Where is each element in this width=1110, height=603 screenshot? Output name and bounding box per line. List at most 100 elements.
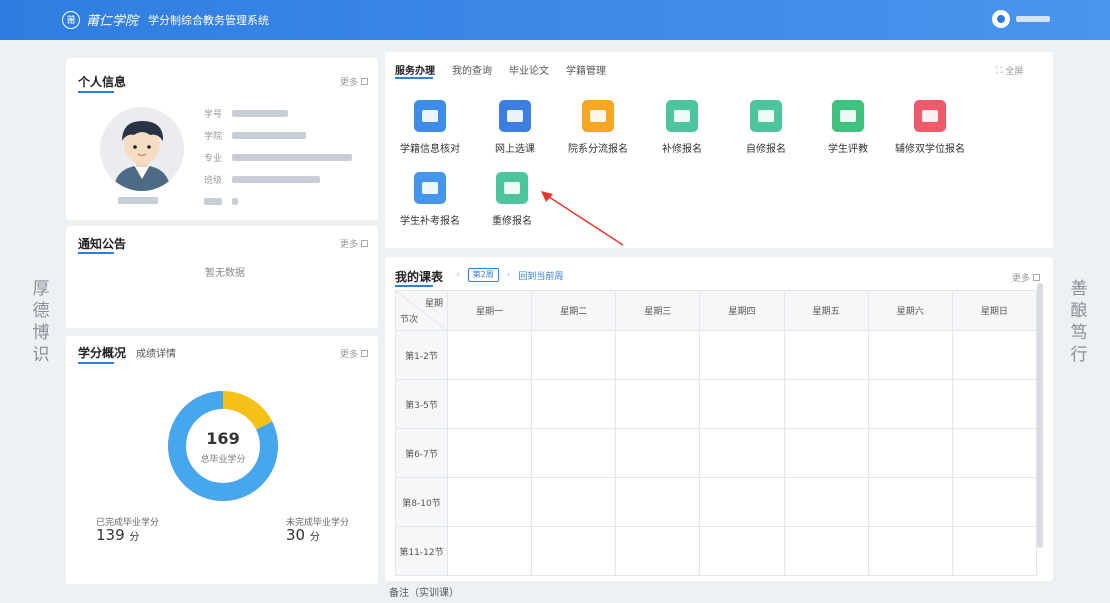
timetable-cell[interactable] [783,428,869,478]
tab-service-handling[interactable]: 服务办理 [395,62,435,77]
more-icon [361,350,369,357]
timetable-cell[interactable] [446,477,533,527]
corner-period-label: 节次 [400,315,419,325]
service-5[interactable]: 自修报名 [726,100,806,155]
weekday-header: 星期四 [699,290,785,331]
timetable-cell[interactable] [446,428,533,478]
table-row: 第11-12节 [395,526,1038,576]
tab-my-queries[interactable]: 我的查询 [452,62,492,77]
timetable-cell[interactable] [531,428,617,478]
service-7[interactable]: 辅修双学位报名 [890,100,970,155]
tab-student-records[interactable]: 学籍管理 [566,62,606,77]
timetable-scrollbar[interactable] [1037,283,1043,548]
timetable-cell[interactable] [531,330,617,380]
timetable-cell[interactable] [783,330,869,380]
timetable-cell[interactable] [446,330,533,380]
timetable-cell[interactable] [699,526,785,576]
period-label: 第6-7节 [395,428,448,478]
timetable-cell[interactable] [951,428,1038,478]
credits-more-link[interactable]: 更多 [340,347,369,360]
timetable-cell[interactable] [699,428,785,478]
user-menu[interactable] [992,10,1050,28]
notice-more-link[interactable]: 更多 [340,237,369,250]
title-underline [78,362,114,364]
timetable-cell[interactable] [867,428,953,478]
field-label-blurred [204,198,222,205]
timetable-cell[interactable] [699,477,785,527]
timetable-more-link[interactable]: 更多 [1012,271,1041,284]
service-1[interactable]: 学籍信息核对 [390,100,470,155]
next-week-icon[interactable]: › [507,270,511,280]
prev-week-icon[interactable]: ‹ [456,270,460,280]
notice-title: 通知公告 [78,237,127,251]
field-label-class: 班级 [204,176,223,186]
motto-right: 善 酿 笃 行 [1070,279,1088,365]
tab-credit-overview[interactable]: 学分概况 [78,344,126,361]
personal-more-link[interactable]: 更多 [340,75,369,88]
service-label: 网上选课 [495,144,535,155]
timetable-cell[interactable] [615,379,701,429]
fullscreen-button[interactable]: ⛶ 全屏 [996,64,1023,78]
book-icon [666,100,698,132]
timetable-cell[interactable] [951,379,1038,429]
timetable-cell[interactable] [867,330,953,380]
timetable-cell[interactable] [615,526,701,576]
field-value-blurred [232,154,352,161]
weekday-header: 星期三 [615,290,701,331]
service-6[interactable]: 学生评教 [808,100,888,155]
timetable-cell[interactable] [783,477,869,527]
monitor-icon [499,100,531,132]
service-3[interactable]: 院系分流报名 [558,100,638,155]
title-underline [395,77,433,79]
total-credits-label: 总毕业学分 [200,455,246,465]
timetable-cell[interactable] [446,526,533,576]
timetable-cell[interactable] [699,330,785,380]
timetable-cell[interactable] [783,526,869,576]
weekday-header: 星期二 [531,290,617,331]
school-logo[interactable]: 莆 莆仁学院 学分制综合教务管理系统 [62,10,269,29]
timetable-cell[interactable] [951,477,1038,527]
user-avatar-icon[interactable] [992,10,1010,28]
student-name-blurred [118,197,158,204]
timetable-cell[interactable] [951,526,1038,576]
service-label: 院系分流报名 [568,144,628,155]
timetable-cell[interactable] [783,379,869,429]
timetable-cell[interactable] [531,477,617,527]
timetable-cell[interactable] [615,428,701,478]
system-title: 学分制综合教务管理系统 [148,13,270,27]
timetable-cell[interactable] [615,330,701,380]
chat-icon [832,100,864,132]
period-label: 第8-10节 [395,477,448,527]
service-8[interactable]: 学生补考报名 [390,172,470,227]
service-4[interactable]: 补修报名 [642,100,722,155]
remaining-credits: 30 分 [286,526,320,544]
timetable-cell[interactable] [531,379,617,429]
timetable-cell[interactable] [867,526,953,576]
timetable-cell[interactable] [446,379,533,429]
user-name-blurred [1016,16,1050,22]
timetable-cell[interactable] [867,379,953,429]
timetable-cell[interactable] [867,477,953,527]
top-bar: 莆 莆仁学院 学分制综合教务管理系统 [0,0,1110,40]
timetable-cell[interactable] [615,477,701,527]
table-row: 第8-10节 [395,477,1038,527]
credits-donut-chart: 169 总毕业学分 [166,389,280,503]
table-row: 第6-7节 [395,428,1038,478]
doc-icon [914,100,946,132]
timetable-cell[interactable] [531,526,617,576]
service-label: 学籍信息核对 [400,144,460,155]
tab-grade-details[interactable]: 成绩详情 [136,345,176,360]
total-credits-value: 169 [206,429,240,448]
current-week-badge[interactable]: 第2周 [467,268,499,282]
corner-weekday-label: 星期 [424,299,443,309]
service-label: 自修报名 [746,144,786,155]
service-label: 学生评教 [828,144,868,155]
timetable-cell[interactable] [699,379,785,429]
back-to-current-week-link[interactable]: 回到当前周 [518,269,563,282]
tab-thesis[interactable]: 毕业论文 [509,62,549,77]
timetable-cell[interactable] [951,330,1038,380]
service-label: 辅修双学位报名 [895,144,965,155]
book-icon [496,172,528,204]
remaining-credits-value: 30 [286,526,306,544]
service-2[interactable]: 网上选课 [475,100,555,155]
